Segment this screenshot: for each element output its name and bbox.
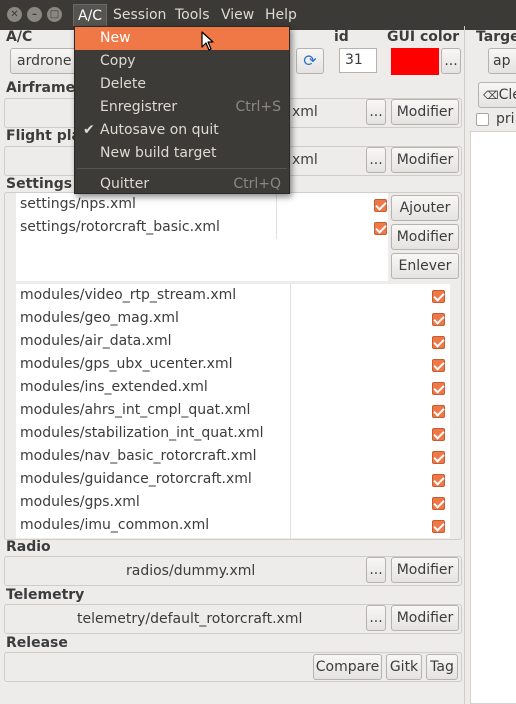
print-label: pri — [496, 111, 515, 127]
edit-setting-button[interactable]: Modifier — [391, 224, 459, 250]
radio-edit-button[interactable]: Modifier — [391, 557, 459, 583]
airframe-edit-button[interactable]: Modifier — [391, 99, 459, 125]
flight-plan-file: xml — [292, 152, 318, 168]
release-label: Release — [6, 635, 68, 651]
gui-color-label: GUI color — [387, 29, 460, 45]
remove-setting-button[interactable]: Enlever — [391, 253, 459, 279]
mouse-cursor-icon — [201, 31, 214, 51]
gitk-button[interactable]: Gitk — [386, 654, 422, 680]
gui-color-ellipsis-button[interactable]: ... — [441, 48, 461, 74]
id-field[interactable]: 31 — [339, 48, 377, 73]
target-combo[interactable]: ap — [488, 48, 516, 74]
clear-icon: ⌫ — [483, 89, 499, 102]
flight-plan-edit-button[interactable]: Modifier — [391, 147, 459, 173]
menu-help[interactable]: Help — [261, 4, 301, 26]
menu-item-save[interactable]: Enregistrer Ctrl+S — [75, 96, 289, 119]
telemetry-edit-button[interactable]: Modifier — [391, 605, 459, 631]
settings-checkbox[interactable] — [374, 222, 387, 235]
module-checkbox[interactable] — [432, 405, 445, 418]
minimize-window-icon[interactable]: – — [27, 7, 42, 22]
list-item[interactable]: modules/geo_mag.xml — [20, 310, 179, 326]
tag-button[interactable]: Tag — [426, 654, 458, 680]
airframe-file: xml — [292, 104, 318, 120]
list-item[interactable]: modules/stabilization_int_quat.xml — [20, 425, 263, 441]
menu-tools[interactable]: Tools — [171, 4, 214, 26]
clean-label: Cle — [498, 87, 516, 103]
ac-dropdown-menu: New Copy Delete Enregistrer Ctrl+S ✔ Autos… — [74, 26, 290, 194]
target-output-panel — [470, 131, 516, 704]
module-checkbox[interactable] — [432, 336, 445, 349]
modules-scrollbar[interactable] — [450, 284, 459, 538]
list-item[interactable]: modules/air_data.xml — [20, 333, 172, 349]
list-item[interactable]: modules/imu_common.xml — [20, 517, 209, 533]
menu-session[interactable]: Session — [109, 4, 170, 26]
clean-button[interactable]: ⌫Cle — [478, 82, 516, 108]
menu-item-autosave[interactable]: ✔ Autosave on quit — [75, 119, 289, 142]
list-item[interactable]: modules/ins_extended.xml — [20, 379, 208, 395]
module-checkbox[interactable] — [432, 497, 445, 510]
radio-file: radios/dummy.xml — [126, 563, 256, 579]
list-item[interactable]: modules/ahrs_int_cmpl_quat.xml — [20, 402, 250, 418]
menu-ac[interactable]: A/C — [73, 4, 108, 26]
menu-view[interactable]: View — [217, 4, 258, 26]
compare-button[interactable]: Compare — [313, 654, 382, 680]
flight-plan-label: Flight pla — [6, 128, 81, 144]
settings-checkbox[interactable] — [374, 199, 387, 212]
telemetry-file: telemetry/default_rotorcraft.xml — [77, 611, 303, 627]
close-window-icon[interactable]: ✕ — [7, 7, 22, 22]
module-checkbox[interactable] — [432, 451, 445, 464]
module-checkbox[interactable] — [432, 474, 445, 487]
airframe-ellipsis-button[interactable]: ... — [366, 99, 386, 125]
list-item[interactable]: modules/nav_basic_rotorcraft.xml — [20, 448, 257, 464]
id-label: id — [334, 29, 349, 45]
settings-label: Settings — [6, 176, 73, 192]
module-checkbox[interactable] — [432, 290, 445, 303]
telemetry-label: Telemetry — [6, 587, 85, 603]
ac-combo[interactable]: ardrone — [10, 48, 80, 74]
check-icon: ✔ — [83, 122, 95, 138]
menu-item-new[interactable]: New — [75, 27, 289, 50]
menu-item-copy[interactable]: Copy — [75, 50, 289, 73]
list-item[interactable]: modules/video_rtp_stream.xml — [20, 287, 236, 303]
radio-ellipsis-button[interactable]: ... — [366, 557, 386, 583]
module-checkbox[interactable] — [432, 520, 445, 533]
flight-plan-ellipsis-button[interactable]: ... — [366, 147, 386, 173]
module-checkbox[interactable] — [432, 428, 445, 441]
list-item[interactable]: modules/gps.xml — [20, 494, 140, 510]
menu-item-delete[interactable]: Delete — [75, 73, 289, 96]
add-setting-button[interactable]: Ajouter — [391, 195, 459, 221]
list-item[interactable]: modules/gps_ubx_ucenter.xml — [20, 356, 232, 372]
module-checkbox[interactable] — [432, 313, 445, 326]
maximize-window-icon[interactable]: □ — [47, 7, 62, 22]
ac-label: A/C — [6, 29, 33, 45]
module-checkbox[interactable] — [432, 359, 445, 372]
telemetry-ellipsis-button[interactable]: ... — [366, 605, 386, 631]
refresh-icon[interactable]: ⟳ — [296, 48, 324, 74]
gui-color-swatch[interactable] — [391, 48, 439, 75]
list-item[interactable]: modules/guidance_rotorcraft.xml — [20, 471, 252, 487]
list-item[interactable]: settings/nps.xml — [20, 196, 136, 212]
radio-label: Radio — [6, 539, 51, 555]
menu-item-quit[interactable]: Quitter Ctrl+Q — [75, 173, 289, 196]
list-item[interactable]: settings/rotorcraft_basic.xml — [20, 219, 220, 235]
menu-item-new-build-target[interactable]: New build target — [75, 142, 289, 165]
target-label: Targe — [476, 29, 516, 45]
menu-separator — [77, 168, 287, 169]
airframe-label: Airframe — [6, 80, 76, 96]
module-checkbox[interactable] — [432, 382, 445, 395]
print-checkbox[interactable] — [476, 113, 489, 126]
